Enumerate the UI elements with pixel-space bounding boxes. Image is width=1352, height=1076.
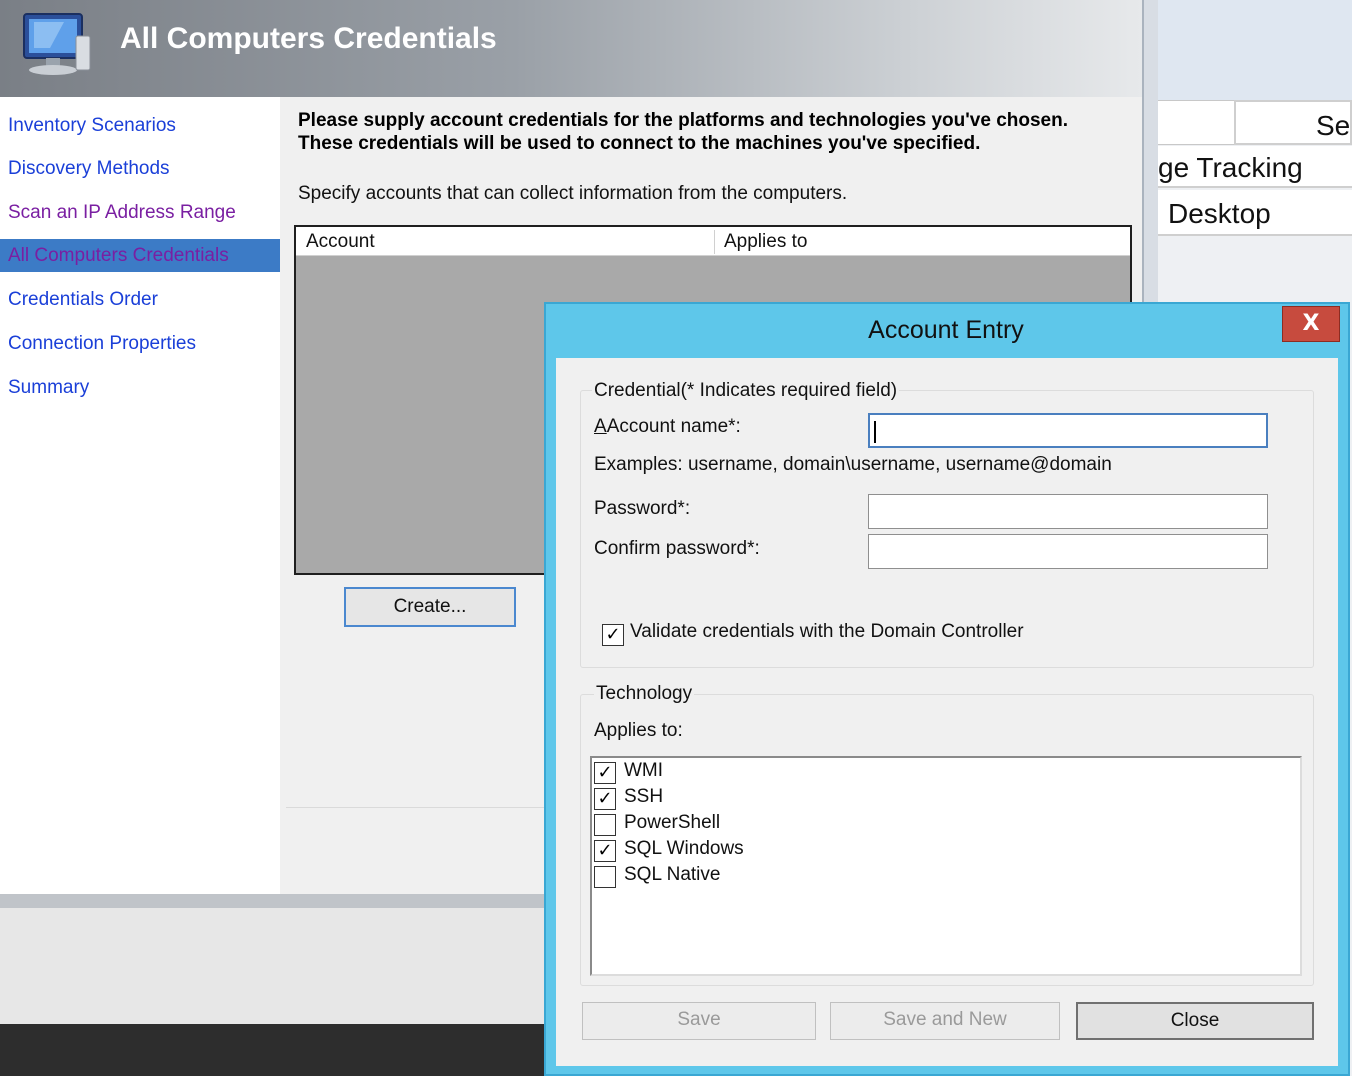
intro-line-1: Please supply account credentials for th… (298, 110, 1068, 131)
save-and-new-button[interactable]: Save and New (830, 1002, 1060, 1040)
column-header-applies-to[interactable]: Applies to (714, 227, 1130, 256)
background-row-2[interactable]: Desktop (1158, 190, 1352, 236)
wizard-header: All Computers Credentials (0, 0, 1142, 97)
column-header-account[interactable]: Account (296, 227, 714, 256)
sql-native-checkbox[interactable] (594, 866, 616, 888)
nav-item-summary[interactable]: Summary (0, 371, 280, 404)
account-name-label: AAccount name*: (594, 416, 741, 437)
close-button[interactable]: Close (1076, 1002, 1314, 1040)
nav-item-inventory-scenarios[interactable]: Inventory Scenarios (0, 109, 280, 142)
background-window-header (1158, 0, 1352, 100)
intro-line-2: These credentials will be used to connec… (298, 133, 981, 154)
computer-monitor-icon (14, 8, 98, 78)
powershell-label: PowerShell (624, 812, 721, 833)
password-label: Password*: (594, 498, 691, 519)
account-entry-dialog: Account Entry X Credential(* Indicates r… (544, 302, 1350, 1076)
powershell-checkbox[interactable] (594, 814, 616, 836)
sql-native-label: SQL Native (624, 864, 721, 885)
account-name-input[interactable] (868, 413, 1268, 448)
grid-header: Account Applies to (296, 227, 1130, 256)
dialog-title: Account Entry (868, 316, 1024, 344)
background-row-1[interactable]: ge Tracking (1158, 146, 1352, 188)
sql-windows-checkbox[interactable]: ✓ (594, 840, 616, 862)
nav-item-credentials-order[interactable]: Credentials Order (0, 283, 280, 316)
technology-list[interactable]: ✓ WMI ✓ SSH PowerShell ✓ SQL Windows SQL… (590, 756, 1302, 976)
wizard-nav: Inventory Scenarios Discovery Methods Sc… (0, 97, 280, 894)
confirm-password-input[interactable] (868, 534, 1268, 569)
sql-windows-label: SQL Windows (624, 838, 744, 859)
close-icon[interactable]: X (1282, 306, 1340, 342)
nav-item-scan-ip-range[interactable]: Scan an IP Address Range (0, 196, 280, 229)
confirm-password-label: Confirm password*: (594, 538, 760, 559)
page-title: All Computers Credentials (120, 22, 497, 55)
applies-to-label: Applies to: (594, 720, 683, 741)
examples-text: Examples: username, domain\username, use… (594, 454, 1112, 475)
instruction-text: Specify accounts that can collect inform… (298, 183, 848, 204)
nav-item-discovery-methods[interactable]: Discovery Methods (0, 152, 280, 185)
background-column-header-2[interactable]: Ser (1234, 100, 1352, 145)
ssh-checkbox[interactable]: ✓ (594, 788, 616, 810)
dialog-body: Credential(* Indicates required field) A… (556, 358, 1338, 1066)
wmi-label: WMI (624, 760, 664, 781)
validate-label[interactable]: Validate credentials with the Domain Con… (630, 621, 1024, 643)
ssh-label: SSH (624, 786, 664, 807)
background-column-header-1[interactable] (1158, 100, 1236, 145)
nav-item-connection-properties[interactable]: Connection Properties (0, 327, 280, 360)
nav-item-all-computers-credentials[interactable]: All Computers Credentials (0, 239, 280, 272)
wmi-checkbox[interactable]: ✓ (594, 762, 616, 784)
credential-group-label: Credential(* Indicates required field) (592, 380, 900, 402)
password-input[interactable] (868, 494, 1268, 529)
intro-text: Please supply account credentials for th… (298, 109, 1138, 155)
text-caret (874, 421, 876, 443)
technology-group-label: Technology (594, 683, 695, 705)
create-button[interactable]: Create... (344, 587, 516, 627)
save-button[interactable]: Save (582, 1002, 816, 1040)
validate-checkbox[interactable]: ✓ (602, 624, 624, 646)
